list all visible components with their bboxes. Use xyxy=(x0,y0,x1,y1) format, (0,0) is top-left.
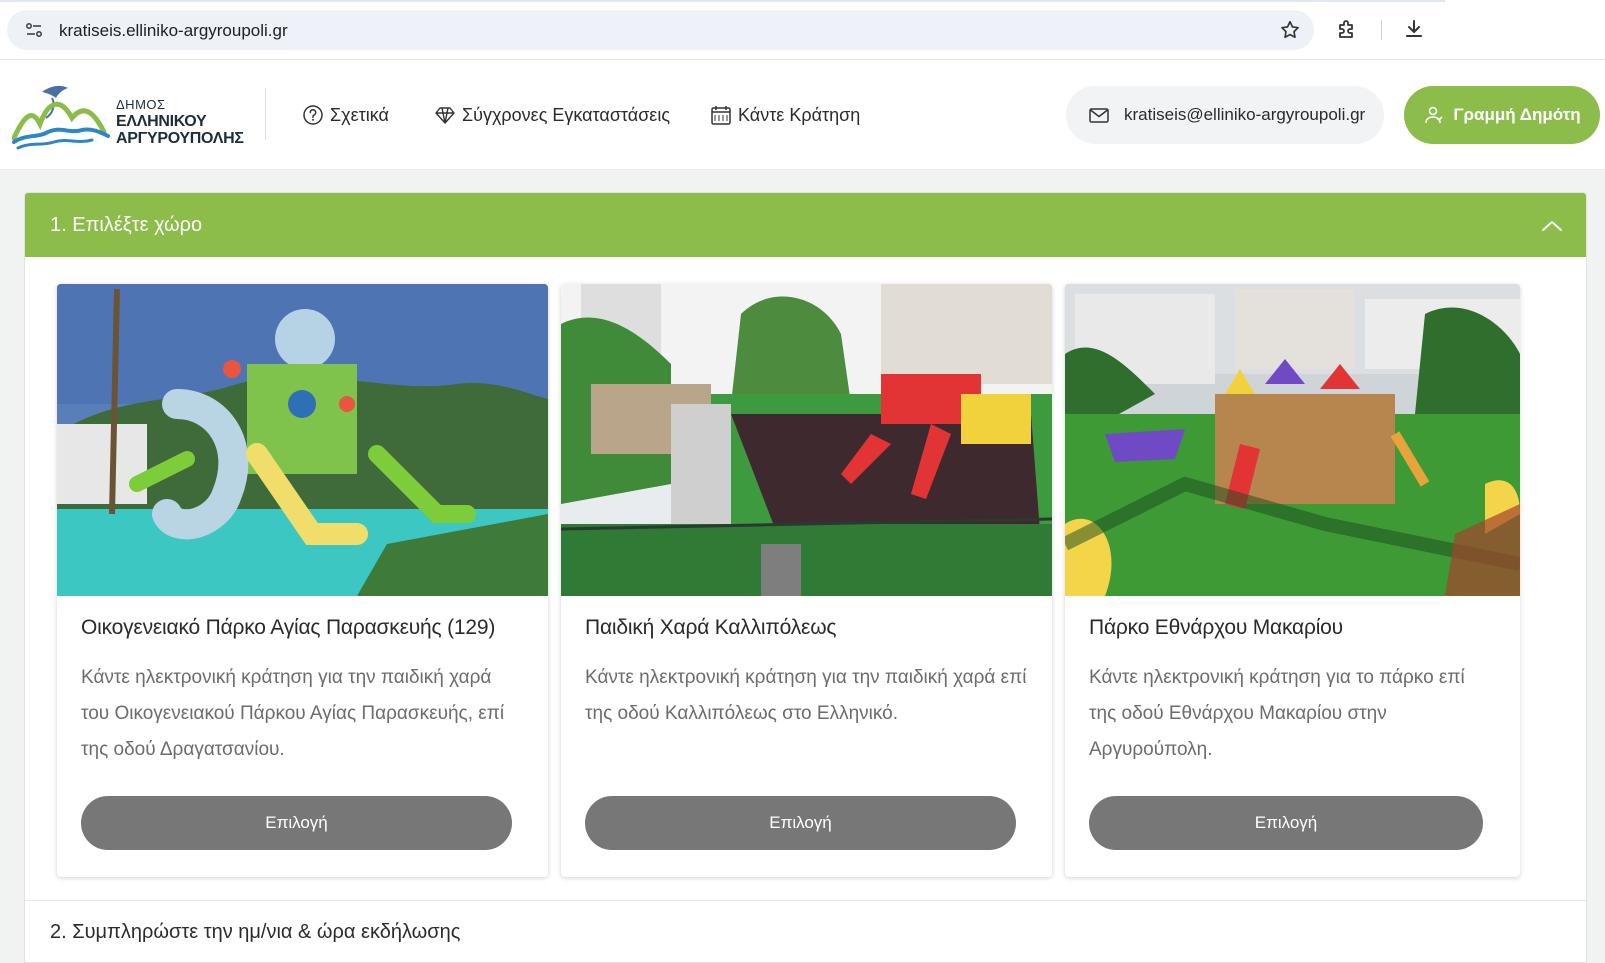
bookmark-star-icon[interactable] xyxy=(1279,19,1301,41)
citizen-hotline-button[interactable]: Γραμμή Δημότη xyxy=(1404,86,1600,144)
step2-header[interactable]: 2. Συμπληρώστε την ημ/νια & ώρα εκδήλωση… xyxy=(25,900,1586,962)
calendar-icon xyxy=(711,106,731,125)
nav-item-facilities-label: Σύγχρονες Εγκαταστάσεις xyxy=(462,104,671,125)
venue-description: Κάντε ηλεκτρονική κράτηση για το πάρκο ε… xyxy=(1089,667,1465,760)
step2-title: 2. Συμπληρώστε την ημ/νια & ώρα εκδήλωση… xyxy=(50,921,461,943)
venue-title: Παιδική Χαρά Καλλιπόλεως xyxy=(585,616,837,639)
booking-steps-panel: 1. Επιλέξτε χώρο Οικογενειακό Πάρκο Αγία… xyxy=(24,192,1587,963)
venue-card-kallipoleos: Παιδική Χαρά Καλλιπόλεως Κάντε ηλεκτρονι… xyxy=(561,284,1052,877)
toolbar-divider xyxy=(1381,20,1382,40)
select-venue-button[interactable]: Επιλογή xyxy=(585,796,1016,850)
chevron-up-icon[interactable] xyxy=(1540,213,1564,237)
municipality-logo[interactable]: ΔΗΜΟΣ ΕΛΛΗΝΙΚΟΥ ΑΡΓΥΡΟΥΠΟΛΗΣ xyxy=(12,78,244,152)
venue-description: Κάντε ηλεκτρονική κράτηση για την παιδικ… xyxy=(81,667,505,760)
nav-item-about[interactable]: Σχετικά xyxy=(302,100,389,130)
logo-text: ΔΗΜΟΣ ΕΛΛΗΝΙΚΟΥ ΑΡΓΥΡΟΥΠΟΛΗΣ xyxy=(116,96,244,147)
logo-line-3: ΑΡΓΥΡΟΥΠΟΛΗΣ xyxy=(116,130,244,147)
address-bar[interactable]: kratiseis.elliniko-argyroupoli.gr xyxy=(7,10,1314,50)
download-icon[interactable] xyxy=(1402,17,1426,41)
contact-email-link[interactable]: kratiseis@elliniko-argyroupoli.gr xyxy=(1066,86,1384,144)
select-venue-button[interactable]: Επιλογή xyxy=(81,796,512,850)
venue-card-agia-paraskevi: Οικογενειακό Πάρκο Αγίας Παρασκευής (129… xyxy=(57,284,548,877)
user-headset-icon xyxy=(1425,106,1443,124)
step1-title: 1. Επιλέξτε χώρο xyxy=(50,213,203,236)
site-info-icon[interactable] xyxy=(25,21,43,39)
nav-item-facilities[interactable]: Σύγχρονες Εγκαταστάσεις xyxy=(434,100,670,130)
nav-item-booking-label: Κάντε Κράτηση xyxy=(738,104,861,125)
header-divider xyxy=(265,88,266,140)
venue-description: Κάντε ηλεκτρονική κράτηση για την παιδικ… xyxy=(585,667,1027,724)
extensions-icon[interactable] xyxy=(1335,18,1359,42)
nav-item-booking[interactable]: Κάντε Κράτηση xyxy=(710,100,860,130)
venue-title: Πάρκο Εθνάρχου Μακαρίου xyxy=(1089,616,1343,639)
loading-bar xyxy=(0,0,1445,2)
url-text[interactable]: kratiseis.elliniko-argyroupoli.gr xyxy=(59,21,288,41)
logo-line-1: ΔΗΜΟΣ xyxy=(116,97,166,112)
venue-title: Οικογενειακό Πάρκο Αγίας Παρασκευής (129… xyxy=(81,616,496,639)
select-venue-button[interactable]: Επιλογή xyxy=(1089,796,1483,850)
contact-email-text: kratiseis@elliniko-argyroupoli.gr xyxy=(1124,105,1366,124)
venue-card-ethnarchou-makariou: Πάρκο Εθνάρχου Μακαρίου Κάντε ηλεκτρονικ… xyxy=(1065,284,1520,877)
playground-photo-1 xyxy=(57,284,548,596)
nav-item-about-label: Σχετικά xyxy=(330,104,389,125)
envelope-icon xyxy=(1089,108,1109,123)
browser-toolbar: kratiseis.elliniko-argyroupoli.gr xyxy=(0,0,1605,60)
step1-header[interactable]: 1. Επιλέξτε χώρο xyxy=(25,193,1586,257)
site-header: ΔΗΜΟΣ ΕΛΛΗΝΙΚΟΥ ΑΡΓΥΡΟΥΠΟΛΗΣ Σχετικά Σύγ… xyxy=(0,60,1605,170)
playground-photo-3 xyxy=(1065,284,1520,596)
logo-line-2: ΕΛΛΗΝΙΚΟΥ xyxy=(116,113,207,130)
playground-photo-2 xyxy=(561,284,1052,596)
logo-mark-icon xyxy=(12,85,110,150)
question-circle-icon xyxy=(303,105,323,125)
citizen-hotline-label: Γραμμή Δημότη xyxy=(1453,105,1581,124)
diamond-icon xyxy=(435,107,455,124)
